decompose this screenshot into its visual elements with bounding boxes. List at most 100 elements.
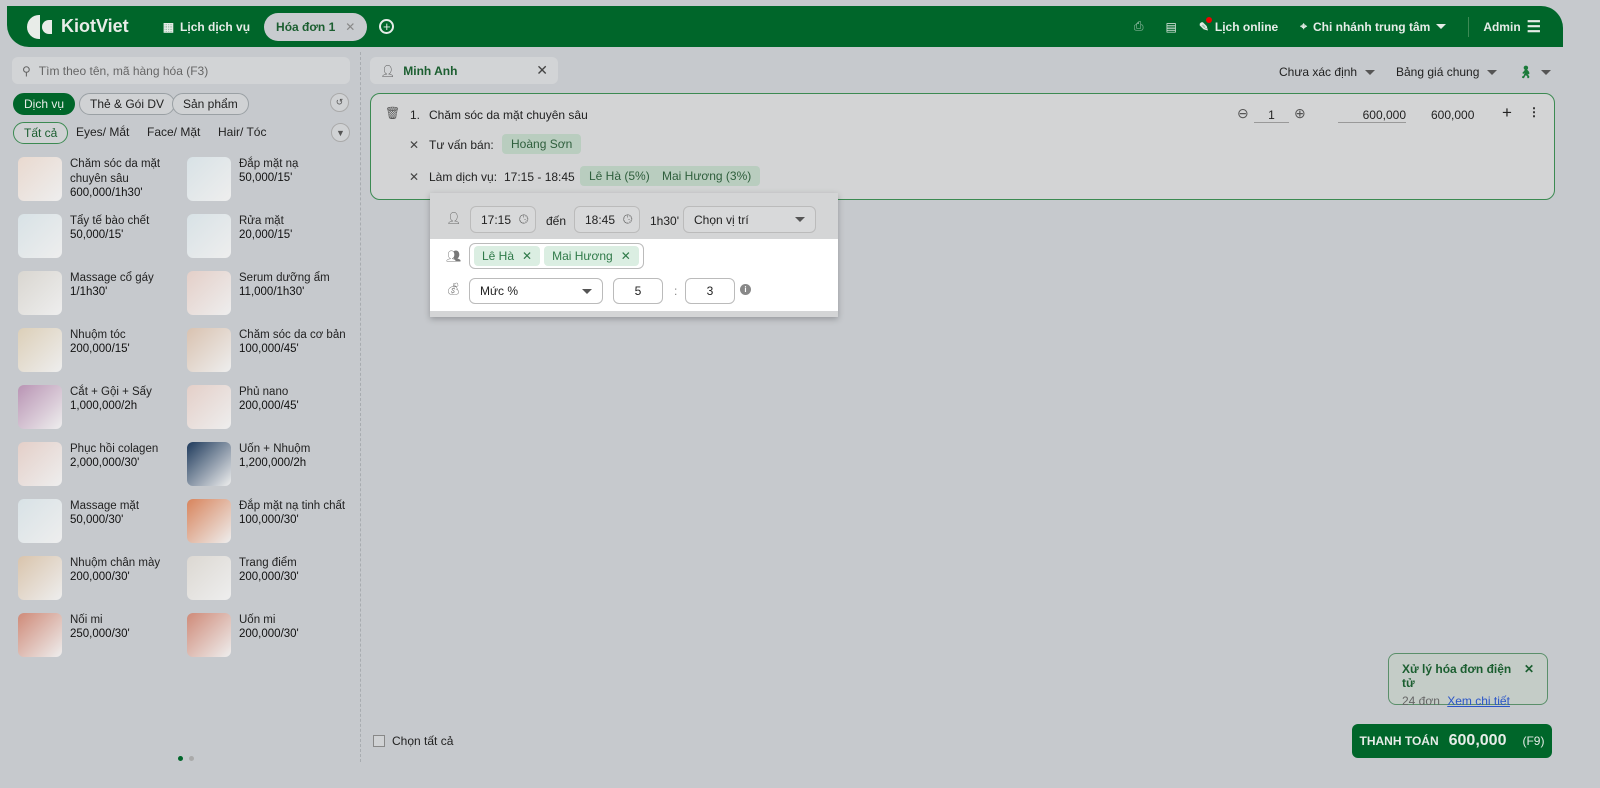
remove-staff-icon[interactable]: ✕ bbox=[621, 249, 631, 263]
category-face[interactable]: Face/ Mặt bbox=[147, 125, 200, 139]
qty-input[interactable]: 1 bbox=[1254, 108, 1289, 123]
type-services[interactable]: Dịch vụ bbox=[13, 93, 76, 115]
end-time-input[interactable]: 18:45 🕓︎ bbox=[574, 206, 640, 233]
clock-icon: 🕓︎ bbox=[519, 212, 529, 226]
printer-icon[interactable]: ⎙ bbox=[1134, 19, 1144, 34]
service-staff-popup: 👤︎ 17:15 🕓︎ đến 18:45 🕓︎ 1h30' Chọn vị trí… bbox=[430, 193, 838, 317]
checkout-button[interactable]: THANH TOÁN 600,000 (F9) bbox=[1352, 724, 1552, 758]
schedule-link[interactable]: ▦ Lịch dịch vụ bbox=[163, 20, 250, 34]
staff-chip[interactable]: Mai Hương (3%) bbox=[653, 166, 761, 186]
service-grid: Chăm sóc da mặt chuyên sâu 600,000/1h30' Đ… bbox=[18, 157, 358, 657]
remove-service-staff-icon[interactable]: ✕ bbox=[409, 170, 419, 184]
edit-calendar-icon: ✎ bbox=[1199, 16, 1212, 34]
admin-menu[interactable]: Admin ☰ bbox=[1468, 16, 1541, 37]
order-line-item: 🗑︎ 1. Chăm sóc da mặt chuyên sâu ⊖ 1 ⊕ 6… bbox=[370, 93, 1555, 200]
remove-staff-icon[interactable]: ✕ bbox=[522, 249, 532, 263]
walking-person-icon: 🚶︎ bbox=[1518, 65, 1534, 79]
service-item[interactable]: Uốn mi 200,000/30' bbox=[187, 613, 356, 657]
trash-icon[interactable]: 🗑︎ bbox=[385, 106, 400, 120]
unit-price-input[interactable]: 600,000 bbox=[1338, 108, 1406, 123]
consultant-chip[interactable]: Hoàng Sơn bbox=[502, 134, 582, 154]
position-select[interactable]: Chọn vị trí bbox=[683, 206, 816, 233]
category-eyes[interactable]: Eyes/ Mắt bbox=[76, 125, 129, 139]
service-item[interactable]: Phủ nano 200,000/45' bbox=[187, 385, 356, 429]
service-item[interactable]: Nhuộm chân mày 200,000/30' bbox=[18, 556, 187, 600]
line-item-name[interactable]: Chăm sóc da mặt chuyên sâu bbox=[429, 108, 588, 122]
sale-mode-dropdown[interactable]: 🚶︎ bbox=[1518, 65, 1552, 79]
search-icon: ⚲ bbox=[22, 63, 31, 78]
service-item[interactable]: Uốn + Nhuộm 1,200,000/2h bbox=[187, 442, 356, 486]
location-pin-icon: ⌖ bbox=[1300, 19, 1307, 33]
customer-field[interactable]: 👤︎ Minh Anh ✕ bbox=[370, 57, 558, 84]
close-icon[interactable]: ✕ bbox=[1524, 662, 1534, 690]
service-thumbnail bbox=[187, 271, 231, 315]
category-all[interactable]: Tất cả bbox=[13, 122, 69, 144]
service-item[interactable]: Chăm sóc da mặt chuyên sâu 600,000/1h30' bbox=[18, 157, 187, 201]
pagination-dots[interactable] bbox=[178, 756, 194, 761]
service-thumbnail bbox=[187, 442, 231, 486]
staff-multiselect[interactable]: Lê Hà ✕ Mai Hương ✕ bbox=[469, 243, 644, 269]
add-icon[interactable]: + bbox=[1502, 103, 1512, 123]
service-thumbnail bbox=[187, 385, 231, 429]
service-item[interactable]: Serum dưỡng ẩm 11,000/1h30' bbox=[187, 271, 356, 315]
info-icon[interactable]: i bbox=[740, 284, 751, 295]
user-clock-icon: 👤︎ bbox=[446, 211, 462, 225]
service-item[interactable]: Tẩy tế bào chết 50,000/15' bbox=[18, 214, 187, 258]
more-options-icon[interactable]: ⋮ bbox=[1528, 105, 1540, 119]
money-bag-icon: 💰︎ bbox=[446, 282, 462, 296]
service-thumbnail bbox=[187, 613, 231, 657]
document-icon[interactable]: ▤ bbox=[1165, 20, 1176, 34]
service-item[interactable]: Trang điểm 200,000/30' bbox=[187, 556, 356, 600]
service-thumbnail bbox=[18, 613, 62, 657]
view-details-link[interactable]: Xem chi tiết bbox=[1447, 694, 1510, 708]
history-icon[interactable]: ↺ bbox=[330, 93, 349, 112]
service-item[interactable]: Đắp mặt nạ 50,000/15' bbox=[187, 157, 356, 201]
pricebook-dropdown[interactable]: Bảng giá chung bbox=[1396, 65, 1498, 79]
service-item[interactable]: Phục hồi colagen 2,000,000/30' bbox=[18, 442, 187, 486]
duration: 1h30' bbox=[650, 214, 679, 228]
close-tab-icon[interactable]: ✕ bbox=[345, 20, 355, 34]
add-tab-icon[interactable]: + bbox=[379, 19, 395, 34]
service-thumbnail bbox=[18, 214, 62, 258]
commission-rate-1[interactable]: 5 bbox=[613, 278, 663, 304]
e-invoice-notification: Xử lý hóa đơn điện tử ✕ 24 đơn Xem chi ti… bbox=[1388, 653, 1548, 708]
online-schedule-link[interactable]: ✎ Lịch online bbox=[1199, 16, 1278, 34]
tab-invoice-1[interactable]: Hóa đơn 1 ✕ bbox=[264, 12, 368, 41]
service-item[interactable]: Nối mi 250,000/30' bbox=[18, 613, 187, 657]
decrease-qty-icon[interactable]: ⊖ bbox=[1237, 105, 1249, 122]
service-item[interactable]: Massage mặt 50,000/30' bbox=[18, 499, 187, 543]
clear-customer-icon[interactable]: ✕ bbox=[536, 62, 548, 79]
service-thumbnail bbox=[187, 499, 231, 543]
service-time[interactable]: 17:15 - 18:45 bbox=[504, 170, 575, 184]
status-dropdown[interactable]: Chưa xác định bbox=[1279, 65, 1376, 79]
kiotviet-logo[interactable]: KiotViet bbox=[27, 14, 129, 39]
select-all-checkbox[interactable]: Chọn tất cả bbox=[373, 734, 453, 748]
increase-qty-icon[interactable]: ⊕ bbox=[1294, 105, 1306, 122]
line-total: 600,000 bbox=[1431, 108, 1475, 122]
service-item[interactable]: Nhuộm tóc 200,000/15' bbox=[18, 328, 187, 372]
category-hair[interactable]: Hair/ Tóc bbox=[218, 125, 266, 139]
remove-consultant-icon[interactable]: ✕ bbox=[409, 138, 419, 152]
commission-type-select[interactable]: Mức % bbox=[469, 278, 603, 304]
branch-select[interactable]: ⌖ Chi nhánh trung tâm bbox=[1300, 19, 1447, 34]
service-item[interactable]: Chăm sóc da cơ bản 100,000/45' bbox=[187, 328, 356, 372]
service-item[interactable]: Massage cổ gáy 1/1h30' bbox=[18, 271, 187, 315]
service-item[interactable]: Đắp mặt nạ tinh chất 100,000/30' bbox=[187, 499, 356, 543]
staff-chip[interactable]: Lê Hà (5%) bbox=[580, 166, 659, 186]
commission-rate-2[interactable]: 3 bbox=[685, 278, 735, 304]
service-thumbnail bbox=[187, 556, 231, 600]
service-item[interactable]: Cắt + Gội + Sấy 1,000,000/2h bbox=[18, 385, 187, 429]
expand-categories-icon[interactable]: ▼ bbox=[331, 123, 350, 142]
service-thumbnail bbox=[18, 271, 62, 315]
panel-divider[interactable] bbox=[360, 52, 361, 762]
staff-tag: Lê Hà ✕ bbox=[474, 246, 541, 266]
service-item[interactable]: Rửa mặt 20,000/15' bbox=[187, 214, 356, 258]
service-thumbnail bbox=[18, 157, 62, 201]
start-time-input[interactable]: 17:15 🕓︎ bbox=[470, 206, 536, 233]
product-search-input[interactable]: ⚲ Tìm theo tên, mã hàng hóa (F3) bbox=[12, 57, 350, 84]
top-nav-bar: KiotViet ▦ Lịch dịch vụ Hóa đơn 1 ✕ + ⎙ ▤ … bbox=[7, 6, 1563, 47]
service-thumbnail bbox=[18, 442, 62, 486]
type-products[interactable]: Sản phẩm bbox=[172, 93, 249, 115]
type-cards-packages[interactable]: Thẻ & Gói DV bbox=[79, 93, 176, 115]
service-thumbnail bbox=[18, 499, 62, 543]
